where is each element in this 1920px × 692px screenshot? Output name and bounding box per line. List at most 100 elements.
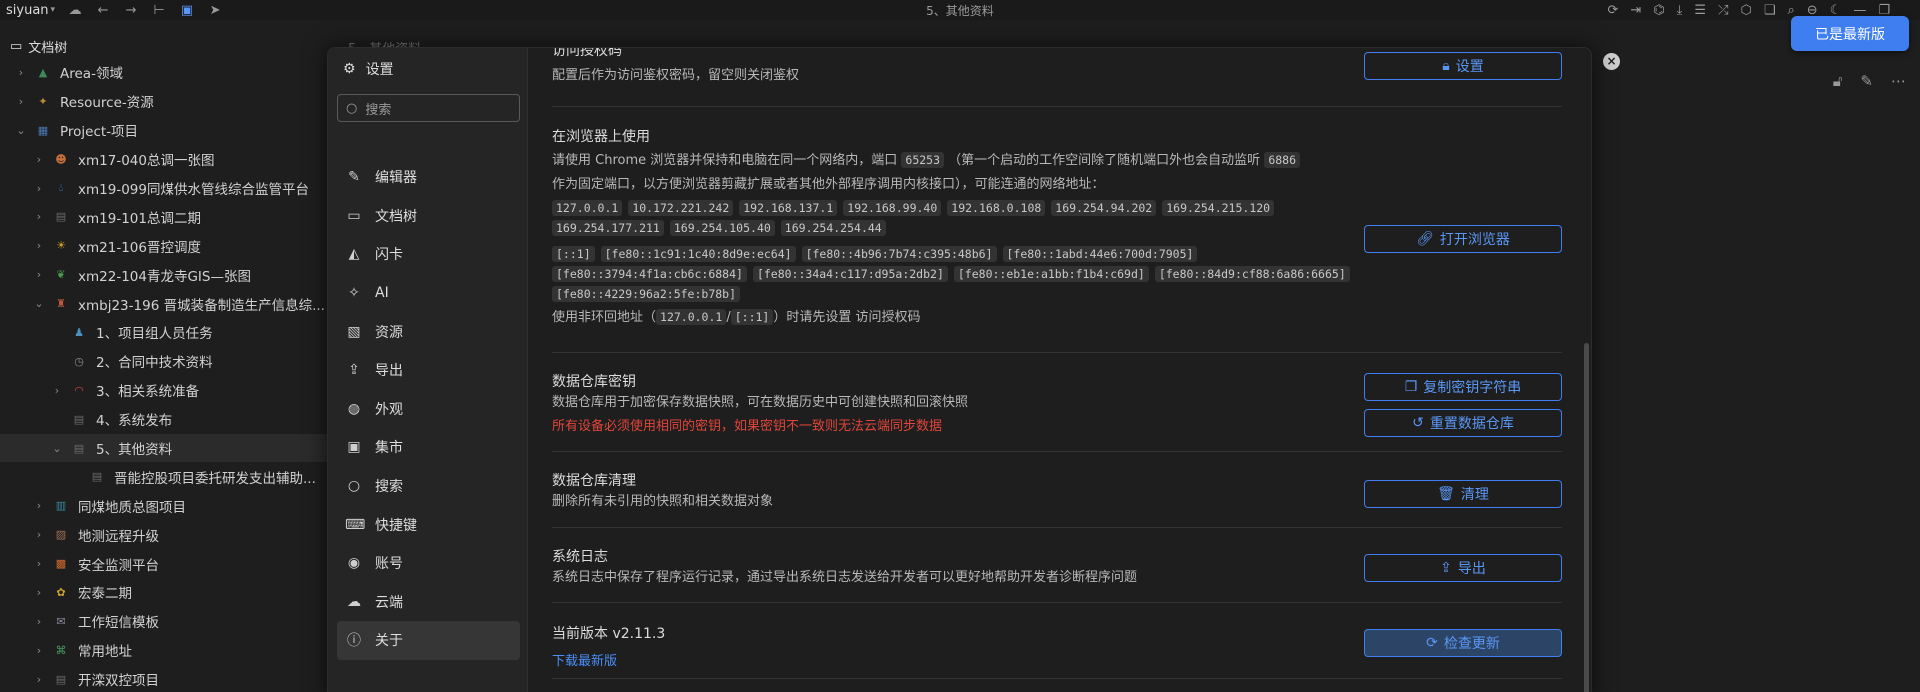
chevron-right-icon[interactable]: ›	[32, 644, 46, 657]
chevron-down-icon[interactable]: ⌄	[14, 124, 28, 137]
chevron-right-icon[interactable]: ›	[14, 95, 28, 108]
section-repo-clean: 数据仓库清理 删除所有未引用的快照和相关数据对象 🗑︎ 清理	[552, 452, 1562, 528]
tree-item[interactable]: › ▤ xm19-101总调二期	[0, 202, 328, 231]
chevron-right-icon[interactable]: ›	[32, 615, 46, 628]
tree-item[interactable]: › ▥ 同煤地质总图项目	[0, 491, 328, 520]
copy-key-button[interactable]: ❐ 复制密钥字符串	[1364, 373, 1562, 401]
tree-item[interactable]: › 💧︎ xm19-099同煤供水管线综合监管平台	[0, 174, 328, 203]
tree-item[interactable]: › ✿ 宏泰二期	[0, 578, 328, 607]
tree-item[interactable]: ⌄ ♜ xmbj23-196 晋城装备制造生产信息综...	[0, 289, 328, 318]
chevron-down-icon[interactable]: ⌄	[50, 442, 64, 455]
settings-nav-item[interactable]: ⓘ 关于	[337, 621, 520, 660]
edit-check-icon[interactable]: ✎	[1860, 72, 1873, 90]
scrollbar[interactable]	[1584, 343, 1589, 692]
loopback-note-b: ）时请先设置 访问授权码	[773, 310, 921, 325]
more-icon[interactable]: ⋯	[1891, 72, 1906, 90]
tree-item[interactable]: › ▩ 安全监测平台	[0, 549, 328, 578]
settings-search-input[interactable]: ○ 搜索	[337, 94, 520, 122]
tree-item[interactable]: › ✦ Resource-资源	[0, 87, 328, 116]
chevron-right-icon[interactable]: ›	[32, 239, 46, 252]
section-version: 当前版本 v2.11.3 下载最新版 ⟳ 检查更新	[552, 603, 1562, 679]
outline-icon[interactable]: ⌬	[1653, 3, 1664, 18]
settings-nav-item[interactable]: ○ 搜索	[337, 467, 520, 506]
tree-item[interactable]: › ▤ 开滦双控项目	[0, 665, 328, 692]
check-update-button[interactable]: ⟳ 检查更新	[1364, 629, 1562, 657]
search-icon: ○	[347, 478, 361, 495]
open-browser-button[interactable]: 🔗︎ 打开浏览器	[1364, 225, 1562, 253]
login-icon[interactable]: ⇥	[1630, 3, 1641, 18]
tree-item[interactable]: ▤ 晋能控股项目委托研发支出辅助...	[0, 462, 328, 491]
search-icon[interactable]: ⌕	[1788, 3, 1795, 18]
settings-nav-item[interactable]: ▧ 资源	[337, 312, 520, 351]
tree-item[interactable]: › ❦ xm22-104青龙寺GIS—张图	[0, 260, 328, 289]
section-logs: 系统日志 系统日志中保存了程序运行记录，通过导出系统日志发送给开发者可以更好地帮…	[552, 528, 1562, 603]
send-icon[interactable]: ➤	[207, 3, 223, 18]
tree-item-label: 2、合同中技术资料	[96, 355, 213, 372]
tree-item[interactable]: ⌄ ▤ 5、其他资料	[0, 433, 328, 463]
chevron-right-icon[interactable]: ›	[32, 268, 46, 281]
tree-item[interactable]: › ◠ 3、相关系统准备	[0, 376, 328, 405]
settings-nav-item[interactable]: ◉ 账号	[337, 544, 520, 583]
chevron-right-icon[interactable]: ›	[32, 182, 46, 195]
tree-item[interactable]: ◷ 2、合同中技术资料	[0, 347, 328, 376]
tree-item[interactable]: ▤ 4、系统发布	[0, 405, 328, 434]
network-address: [fe80::1abd:44e6:700d:7905]	[1002, 246, 1198, 262]
refresh-icon[interactable]: ⟳	[1608, 3, 1619, 18]
settings-nav-item[interactable]: ◍ 外观	[337, 390, 520, 429]
chevron-down-icon[interactable]: ⌄	[32, 297, 46, 310]
settings-nav-item[interactable]: ✧ AI	[337, 274, 520, 313]
tree-item[interactable]: ♟ 1、项目组人员任务	[0, 318, 328, 347]
reset-repo-button[interactable]: ↺ 重置数据仓库	[1364, 409, 1562, 437]
settings-nav-item[interactable]: ☁ 云端	[337, 583, 520, 622]
settings-nav-item[interactable]: ✎ 编辑器	[337, 158, 520, 197]
user-menu[interactable]: siyuan ▾	[0, 3, 61, 18]
tree-item[interactable]: › ▨ 地测远程升级	[0, 520, 328, 549]
tree-item[interactable]: › ☻ xm17-040总调一张图	[0, 145, 328, 174]
lock-icon[interactable]: 🔓︎	[1833, 72, 1843, 90]
settings-nav-item[interactable]: ◭ 闪卡	[337, 235, 520, 274]
chevron-right-icon[interactable]: ›	[14, 66, 28, 79]
export-logs-button[interactable]: ⇪ 导出	[1364, 554, 1562, 582]
list-icon[interactable]: ☰	[1694, 3, 1706, 18]
edit-icon: ✎	[348, 169, 360, 186]
chevron-right-icon[interactable]: ›	[32, 673, 46, 686]
chevron-right-icon[interactable]: ›	[32, 557, 46, 570]
check-update-label: 检查更新	[1443, 636, 1500, 652]
network-address: [fe80::84d9:cf88:6a86:6665]	[1154, 266, 1350, 282]
set-auth-button[interactable]: 🔒︎ 设置	[1364, 52, 1562, 80]
chevron-right-icon[interactable]: ›	[50, 384, 64, 397]
layers-icon[interactable]: ❏	[1764, 3, 1776, 18]
chevron-right-icon[interactable]: ›	[32, 210, 46, 223]
shuffle-icon[interactable]: ⤮	[1718, 3, 1728, 18]
plugin-icon[interactable]: ⬡	[1740, 3, 1751, 18]
forward-arrow-icon[interactable]: →	[123, 3, 139, 18]
tree-item[interactable]: › ⌘ 常用地址	[0, 636, 328, 665]
tree-item[interactable]: ⌄ ▦ Project-项目	[0, 116, 328, 145]
copy-icon: ❐	[1404, 379, 1418, 395]
tree-item[interactable]: › ✉ 工作短信模板	[0, 607, 328, 636]
chevron-right-icon[interactable]: ›	[32, 586, 46, 599]
download-icon[interactable]: ⤓	[1677, 3, 1683, 18]
settings-nav-item[interactable]: ⇪ 导出	[337, 351, 520, 390]
settings-nav-item[interactable]: ▭ 文档树	[337, 197, 520, 236]
tree-item-label: 4、系统发布	[96, 413, 173, 430]
download-latest-link[interactable]: 下载最新版	[552, 654, 617, 669]
tree-item[interactable]: › ▲ Area-领域	[0, 58, 328, 87]
layout-icon[interactable]: ▣	[179, 3, 195, 18]
chevron-right-icon[interactable]: ›	[32, 528, 46, 541]
chevron-right-icon[interactable]: ›	[32, 499, 46, 512]
settings-nav-item[interactable]: ▣ 集市	[337, 428, 520, 467]
tree-item-label: 宏泰二期	[78, 586, 132, 603]
settings-nav-item[interactable]: ⌨ 快捷键	[337, 505, 520, 544]
cloud-sync-icon[interactable]: ☁	[67, 3, 83, 18]
section-repo-key: 数据仓库密钥 数据仓库用于加密保存数据快照，可在数据历史中可创建快照和回滚快照 …	[552, 353, 1562, 452]
tree-item[interactable]: › ☀ xm21-106晋控调度	[0, 231, 328, 260]
split-icon[interactable]: ⊢	[151, 3, 167, 18]
box-icon: ▨	[55, 528, 67, 542]
back-arrow-icon[interactable]: ←	[95, 3, 111, 18]
undo-icon: ↺	[1412, 415, 1424, 431]
close-icon[interactable]: ×	[1603, 53, 1620, 70]
chevron-down-icon: ▾	[50, 5, 56, 15]
chevron-right-icon[interactable]: ›	[32, 153, 46, 166]
clean-button[interactable]: 🗑︎ 清理	[1364, 480, 1562, 508]
